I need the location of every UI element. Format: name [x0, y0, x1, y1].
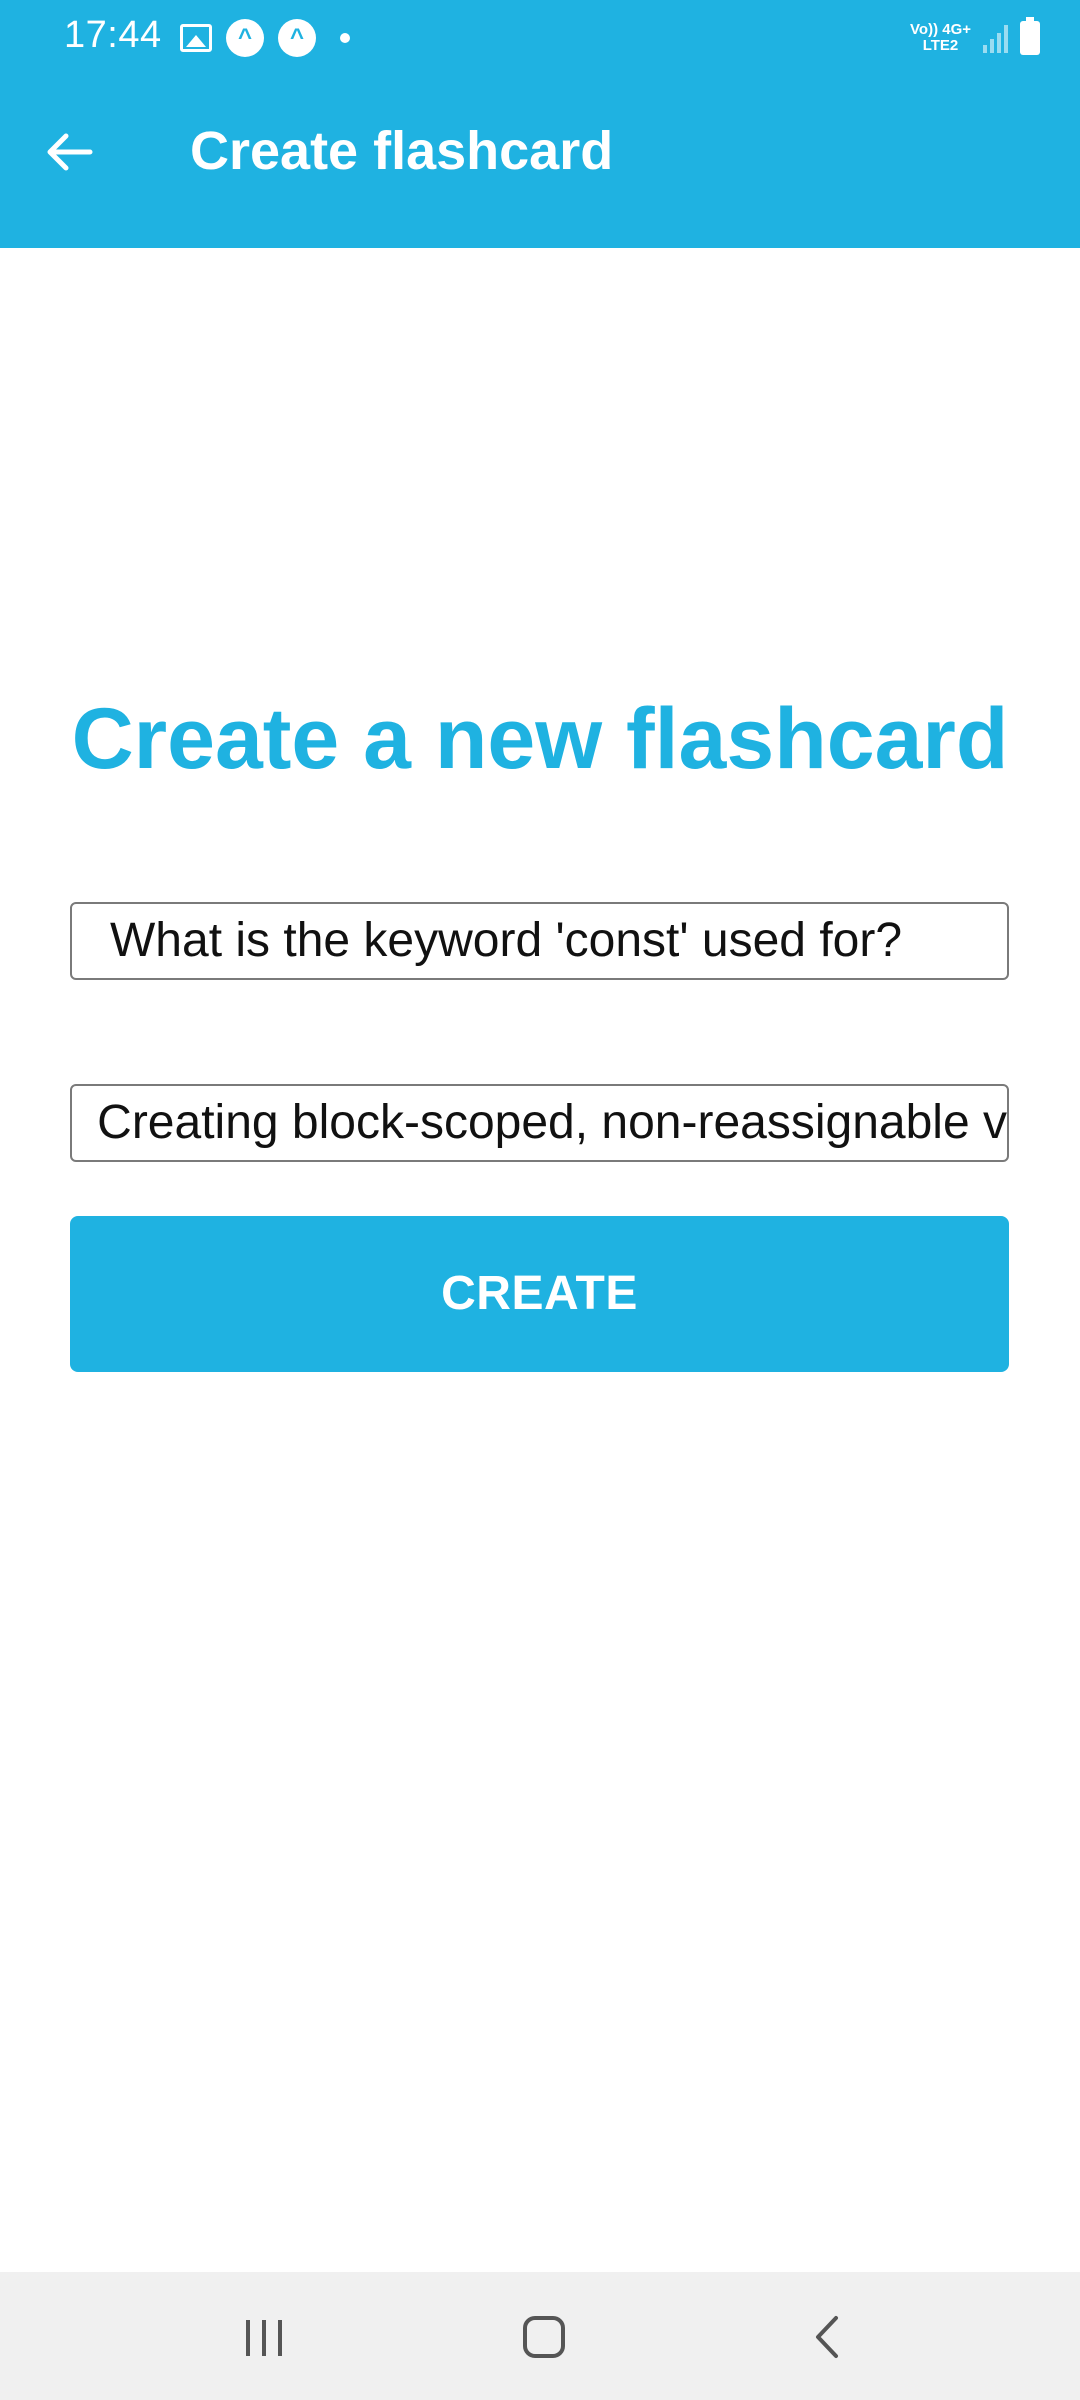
battery-icon — [1020, 17, 1040, 55]
arrow-left-icon[interactable] — [40, 124, 96, 180]
dot-icon — [340, 33, 350, 43]
form-heading: Create a new flashcard — [71, 691, 1009, 787]
status-bar: 17:44 ^ ^ Vo)) 4G+ LTE2 — [0, 0, 1080, 76]
question-input[interactable]: What is the keyword 'const' used for? — [70, 902, 1009, 980]
status-time: 17:44 — [64, 14, 162, 56]
network-type-label: Vo)) 4G+ LTE2 — [910, 21, 971, 54]
app-notification-icon: ^ — [278, 19, 316, 57]
app-notification-icon: ^ — [226, 19, 264, 57]
create-button[interactable]: CREATE — [70, 1216, 1009, 1372]
notification-icons: ^ ^ — [180, 19, 350, 57]
home-icon[interactable] — [474, 2272, 614, 2400]
app-bar: Create flashcard — [0, 76, 1080, 248]
answer-input-value: Creating block-scoped, non-reassignable … — [97, 1096, 1007, 1149]
signal-icon — [983, 23, 1008, 53]
answer-input[interactable]: Creating block-scoped, non-reassignable … — [70, 1084, 1009, 1162]
question-input-value: What is the keyword 'const' used for? — [110, 914, 903, 967]
image-icon — [180, 24, 212, 52]
recent-apps-icon[interactable] — [194, 2272, 334, 2400]
status-indicators: Vo)) 4G+ LTE2 — [910, 17, 1040, 58]
system-nav-bar — [0, 2272, 1080, 2400]
back-icon[interactable] — [756, 2272, 896, 2400]
page-title: Create flashcard — [190, 121, 614, 181]
